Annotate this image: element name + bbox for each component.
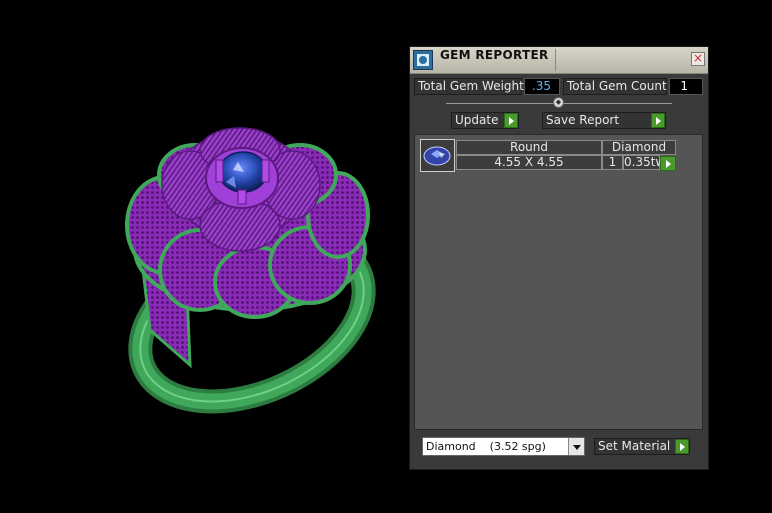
total-gem-weight-value: .35 (524, 78, 560, 95)
set-material-button-label: Set Material (598, 439, 671, 453)
ring-model (125, 127, 376, 414)
play-arrow-icon (675, 439, 689, 454)
gem-material-cell: Diamond (602, 140, 676, 155)
play-arrow-icon (504, 113, 518, 128)
play-arrow-icon (651, 113, 665, 128)
gem-reporter-panel: GEM REPORTER × Total Gem Weight .35 Tota… (409, 46, 709, 470)
gem-row-play-arrow-icon[interactable] (660, 156, 676, 171)
window-title: GEM REPORTER (440, 48, 549, 62)
total-gem-count-label: Total Gem Count (563, 78, 667, 95)
panel-splitter-handle[interactable]: ◆ (553, 97, 564, 108)
gem-thumbnail[interactable] (420, 139, 455, 172)
gem-list[interactable]: Round Diamond 4.55 X 4.55 1 0.35tw (414, 134, 703, 430)
gem-setting (205, 147, 279, 209)
update-button[interactable]: Update (451, 112, 519, 129)
material-select-value: Diamond (3.52 spg) (426, 440, 546, 453)
title-bar[interactable]: GEM REPORTER × (410, 47, 708, 74)
total-gem-weight-label: Total Gem Weight (414, 78, 524, 95)
close-button[interactable]: × (691, 52, 705, 66)
gem-size-cell: 4.55 X 4.55 (456, 155, 602, 170)
chevron-down-icon[interactable] (568, 438, 584, 455)
save-report-button-label: Save Report (546, 113, 620, 127)
update-button-label: Update (455, 113, 499, 127)
3d-viewport[interactable] (0, 0, 405, 509)
gem-shape-cell: Round (456, 140, 602, 155)
set-material-button[interactable]: Set Material (594, 438, 690, 455)
gem-weight-cell: 0.35tw (623, 155, 666, 170)
center-gem (218, 151, 268, 193)
title-divider (555, 49, 556, 71)
material-select[interactable]: Diamond (3.52 spg) (422, 437, 585, 456)
save-report-button[interactable]: Save Report (542, 112, 666, 129)
gem-reporter-icon (413, 50, 433, 70)
gem-count-cell: 1 (602, 155, 623, 170)
total-gem-count-value: 1 (669, 78, 703, 95)
